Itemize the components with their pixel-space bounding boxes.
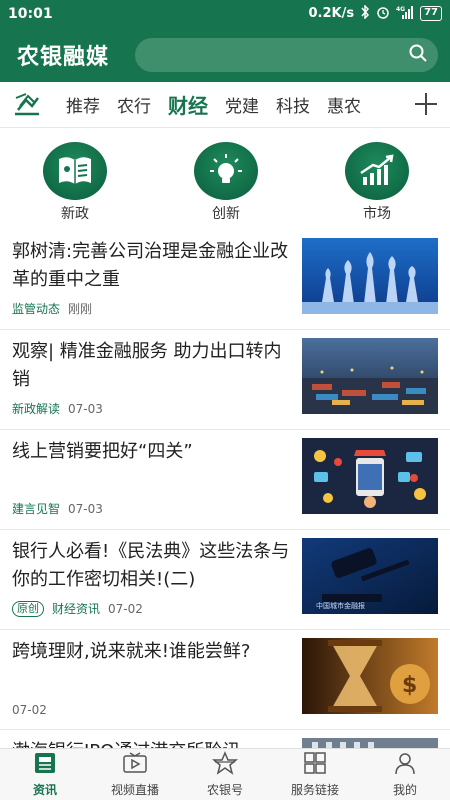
search-icon[interactable] <box>408 43 428 67</box>
home-logo-icon[interactable] <box>12 90 42 120</box>
news-title[interactable]: 跨境理财,说来就来!谁能尝鲜? <box>12 638 294 694</box>
news-title[interactable]: 渤海银行IPO通过港交所聆讯 <box>12 738 294 748</box>
lightbulb-icon[interactable] <box>194 142 258 200</box>
user-icon[interactable] <box>393 751 417 779</box>
nav-label: 服务链接 <box>290 783 339 797</box>
tab-recommend[interactable]: 推荐 <box>66 92 100 117</box>
nav-label: 视频直播 <box>110 783 159 797</box>
news-meta: 建言见智 07-03 <box>12 500 103 517</box>
nav-news[interactable]: 资讯 <box>0 749 90 800</box>
category-market[interactable]: 市场 <box>344 142 410 223</box>
alarm-icon <box>376 5 390 23</box>
news-title[interactable]: 郭树清:完善公司治理是金融企业改革的重中之重 <box>12 238 294 294</box>
news-date: 刚刚 <box>68 302 93 316</box>
building-image[interactable] <box>302 738 438 748</box>
bluetooth-icon <box>360 3 370 23</box>
online-marketing-image[interactable] <box>302 438 438 514</box>
news-item[interactable]: 线上营销要把好“四关” 建言见智 07-03 <box>0 430 450 530</box>
news-item[interactable]: 跨境理财,说来就来!谁能尝鲜? 07-02 $ <box>0 630 450 730</box>
category-new-policy[interactable]: 新政 <box>42 142 108 223</box>
channel-tabs: 推荐 农行 财经 党建 科技 惠农 <box>0 82 450 128</box>
news-meta: 监管动态 刚刚 <box>12 300 92 317</box>
nav-label: 农银号 <box>206 783 243 797</box>
news-tag[interactable]: 新政解读 <box>12 400 60 417</box>
add-channel-icon[interactable] <box>414 90 438 122</box>
chess-image[interactable] <box>302 238 438 314</box>
status-bar: 10:01 0.2K/s 4G 77 <box>0 0 450 27</box>
tab-finance[interactable]: 财经 <box>168 90 208 119</box>
news-date: 07-02 <box>108 601 143 616</box>
news-date: 07-02 <box>12 703 47 717</box>
news-tag[interactable]: 建言见智 <box>12 500 60 517</box>
nav-abc-account[interactable]: 农银号 <box>180 749 270 800</box>
news-tag[interactable]: 财经资讯 <box>52 600 100 617</box>
svg-text:$: $ <box>402 673 417 698</box>
grid-icon[interactable] <box>303 751 327 779</box>
growth-chart-icon[interactable] <box>345 142 409 200</box>
star-icon[interactable] <box>211 751 239 779</box>
news-title[interactable]: 线上营销要把好“四关” <box>12 438 294 494</box>
nav-service-links[interactable]: 服务链接 <box>270 749 360 800</box>
news-title[interactable]: 观察| 精准金融服务 助力出口转内销 <box>12 338 294 394</box>
news-title[interactable]: 银行人必看!《民法典》这些法条与你的工作密切相关!(二) <box>12 538 294 594</box>
original-badge: 原创 <box>12 600 44 617</box>
news-item[interactable]: 郭树清:完善公司治理是金融企业改革的重中之重 监管动态 刚刚 <box>0 230 450 330</box>
hourglass-image[interactable]: $ <box>302 638 438 714</box>
video-icon[interactable] <box>122 751 148 779</box>
app-header: 农银融媒 <box>0 27 450 82</box>
news-list: 郭树清:完善公司治理是金融企业改革的重中之重 监管动态 刚刚 观察| 精准金融服… <box>0 230 450 748</box>
news-icon[interactable] <box>33 751 57 779</box>
gavel-image[interactable]: 中国城市金融报 <box>302 538 438 614</box>
tab-abc[interactable]: 农行 <box>117 92 151 117</box>
category-label: 创新 <box>212 206 240 222</box>
category-shortcuts: 新政 创新 市场 <box>0 128 450 223</box>
signal-icon: 4G <box>396 5 414 23</box>
category-innovation[interactable]: 创新 <box>193 142 259 223</box>
category-label: 新政 <box>61 206 89 222</box>
net-speed: 0.2K/s <box>308 6 355 21</box>
battery-indicator: 77 <box>420 6 442 21</box>
thumb-caption: 中国城市金融报 <box>316 601 365 610</box>
app-title: 农银融媒 <box>17 44 110 70</box>
search-bar[interactable] <box>135 37 438 72</box>
bottom-nav: 资讯 视频直播 农银号 服务链接 我的 <box>0 748 450 800</box>
tab-agri[interactable]: 惠农 <box>327 92 361 117</box>
news-tag[interactable]: 监管动态 <box>12 300 60 317</box>
nav-label: 资讯 <box>32 783 57 797</box>
news-meta: 07-02 <box>12 703 47 717</box>
news-item[interactable]: 银行人必看!《民法典》这些法条与你的工作密切相关!(二) 原创 财经资讯 07-… <box>0 530 450 630</box>
nav-label: 我的 <box>392 783 417 797</box>
news-date: 07-03 <box>68 401 103 416</box>
nav-video-live[interactable]: 视频直播 <box>90 749 180 800</box>
news-item[interactable]: 渤海银行IPO通过港交所聆讯 <box>0 730 450 748</box>
news-item[interactable]: 观察| 精准金融服务 助力出口转内销 新政解读 07-03 <box>0 330 450 430</box>
news-meta: 原创 财经资讯 07-02 <box>12 600 143 617</box>
tab-party[interactable]: 党建 <box>225 92 259 117</box>
book-icon[interactable] <box>43 142 107 200</box>
nav-me[interactable]: 我的 <box>360 749 450 800</box>
port-image[interactable] <box>302 338 438 414</box>
news-meta: 新政解读 07-03 <box>12 400 103 417</box>
tab-tech[interactable]: 科技 <box>276 92 310 117</box>
network-type: 4G <box>396 6 405 13</box>
status-time: 10:01 <box>8 5 53 22</box>
status-indicators: 0.2K/s 4G 77 <box>308 3 442 23</box>
news-date: 07-03 <box>68 501 103 516</box>
category-label: 市场 <box>363 206 391 222</box>
